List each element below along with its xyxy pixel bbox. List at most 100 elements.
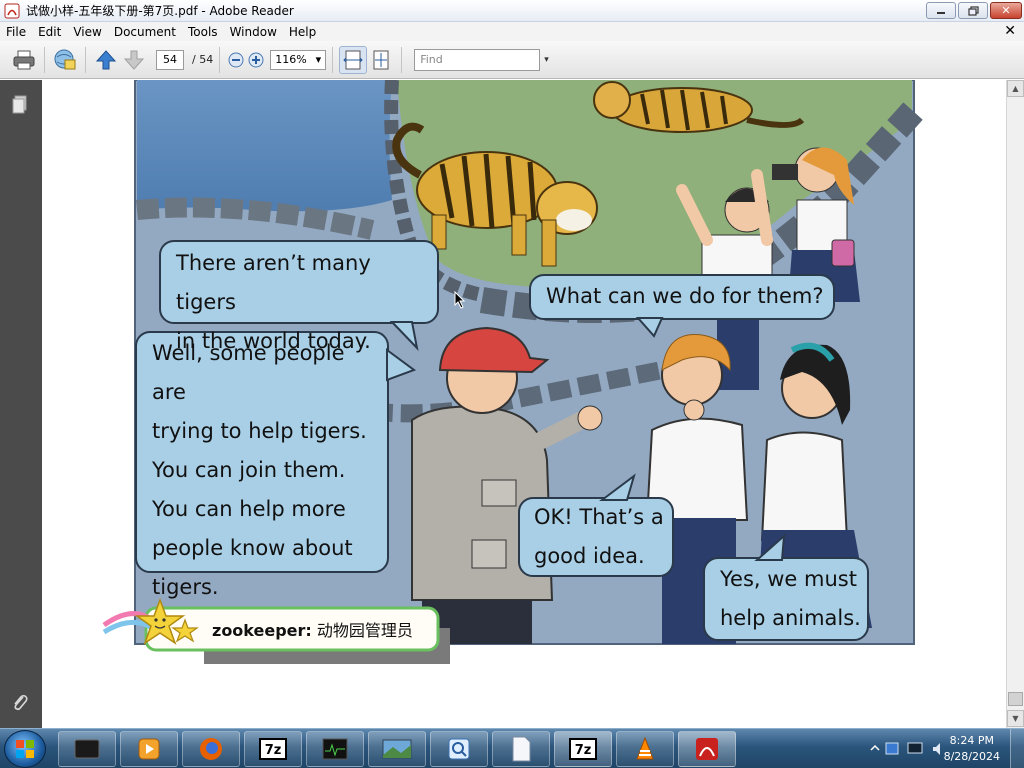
water-pool	[137, 80, 392, 212]
fit-page-button[interactable]	[367, 46, 395, 74]
toolbar-separator	[44, 46, 45, 73]
print-button[interactable]	[10, 46, 38, 74]
toolbar-separator	[85, 46, 86, 73]
bubble-ok-good-idea: OK! That’s a good idea.	[534, 498, 672, 576]
taskbar-app-image-viewer[interactable]	[368, 731, 426, 767]
globe-share-icon	[54, 49, 76, 69]
toolbar-separator	[219, 46, 221, 73]
zoom-value: 116%	[275, 53, 307, 66]
previous-page-button[interactable]	[92, 46, 120, 74]
minimize-button[interactable]	[926, 2, 956, 19]
next-page-button[interactable]	[120, 46, 148, 74]
attachment-paperclip-icon[interactable]	[10, 692, 30, 714]
vocab-word: zookeeper:	[212, 621, 312, 640]
terminal-app-icon	[74, 739, 100, 759]
bubble-text: Yes, we must	[720, 567, 857, 591]
search-app-icon	[448, 738, 470, 760]
tray-expand-arrow-icon[interactable]	[870, 743, 880, 753]
taskbar-app-monitor[interactable]	[306, 731, 364, 767]
minimize-icon	[937, 11, 945, 14]
taskbar-app-search[interactable]	[430, 731, 488, 767]
activity-monitor-icon	[322, 738, 348, 760]
7zip-icon: 7z	[569, 738, 597, 760]
taskbar-app-media-player[interactable]	[120, 731, 178, 767]
zoom-in-button[interactable]	[246, 46, 266, 74]
window-title: 试做小样-五年级下册-第7页.pdf - Adobe Reader	[26, 4, 294, 18]
navigation-pane	[0, 80, 42, 728]
bubble-text: There aren’t many tigers	[176, 251, 371, 314]
window-controls: ✕	[926, 2, 1022, 19]
fit-width-button[interactable]	[339, 45, 368, 74]
start-button[interactable]	[4, 730, 46, 768]
bubble-text: You can help more	[152, 497, 346, 521]
bubble-text: tigers.	[152, 575, 219, 599]
toolbar-separator	[332, 46, 334, 73]
taskbar-app-firefox[interactable]	[182, 731, 240, 767]
menu-bar: File Edit View Document Tools Window Hel…	[0, 22, 1024, 41]
taskbar-app-adobe-reader[interactable]	[678, 731, 736, 767]
close-document-button[interactable]: ✕	[1004, 23, 1016, 39]
menu-window[interactable]: Window	[224, 25, 283, 39]
bubble-what-can-we-do: What can we do for them?	[546, 276, 828, 316]
pages-panel-icon[interactable]	[10, 94, 30, 116]
bubble-text: What can we do for them?	[546, 284, 824, 308]
7zip-icon: 7z	[259, 738, 287, 760]
mouse-cursor-icon	[454, 291, 466, 309]
printer-icon	[13, 50, 35, 69]
show-desktop-button[interactable]	[1010, 729, 1024, 768]
toolbar-separator	[401, 46, 403, 73]
bubble-text: people know about	[152, 536, 353, 560]
document-view[interactable]: There aren’t many tigers in the world to…	[42, 80, 1006, 728]
menu-file[interactable]: File	[0, 25, 32, 39]
menu-edit[interactable]: Edit	[32, 25, 67, 39]
menu-view[interactable]: View	[67, 25, 107, 39]
svg-text:7z: 7z	[575, 743, 592, 758]
bubble-yes-we-must: Yes, we must help animals.	[720, 560, 868, 638]
zoom-out-icon	[228, 52, 244, 67]
zoom-in-icon	[248, 52, 264, 67]
close-icon: ✕	[1001, 4, 1011, 17]
page-number-input[interactable]: 54	[156, 49, 184, 70]
vertical-scrollbar[interactable]: ▲ ▼	[1006, 80, 1024, 728]
bubble-text: Well, some people are	[152, 341, 345, 404]
menu-help[interactable]: Help	[283, 25, 322, 39]
bubble-text: trying to help tigers.	[152, 419, 367, 443]
taskbar: 7z 7z 8:24 PM 8/28/2024	[0, 728, 1024, 768]
vocab-meaning: 动物园管理员	[316, 621, 413, 640]
bubble-text: good idea.	[534, 544, 645, 568]
image-viewer-icon	[382, 739, 412, 759]
close-window-button[interactable]: ✕	[990, 2, 1022, 19]
maximize-button[interactable]	[958, 2, 988, 19]
bubble-text: help animals.	[720, 606, 861, 630]
taskbar-app-7zip-active[interactable]: 7z	[554, 731, 612, 767]
adobe-reader-app-icon	[4, 3, 20, 18]
find-input[interactable]: Find	[414, 48, 541, 71]
network-tray-icon[interactable]	[884, 740, 900, 758]
scrollbar-thumb[interactable]	[1008, 692, 1023, 706]
window-titlebar[interactable]: 试做小样-五年级下册-第7页.pdf - Adobe Reader ✕	[0, 0, 1024, 22]
scroll-down-arrow-icon[interactable]: ▼	[1007, 710, 1024, 727]
toolbar: 54 / 54 116% ▾ Find ▾	[0, 41, 1024, 79]
menu-document[interactable]: Document	[108, 25, 182, 39]
vocab-label: zookeeper: 动物园管理员	[212, 617, 413, 641]
menu-tools[interactable]: Tools	[182, 25, 224, 39]
taskbar-clock[interactable]: 8:24 PM 8/28/2024	[944, 733, 1000, 765]
taskbar-app-document[interactable]	[492, 731, 550, 767]
firefox-icon	[200, 738, 222, 760]
collaborate-button[interactable]	[51, 46, 79, 74]
clock-time: 8:24 PM	[949, 734, 994, 747]
taskbar-app-7zip[interactable]: 7z	[244, 731, 302, 767]
bubble-text: You can join them.	[152, 458, 346, 482]
bubble-text: OK! That’s a	[534, 505, 664, 529]
scroll-up-arrow-icon[interactable]: ▲	[1007, 80, 1024, 97]
restore-icon	[967, 5, 979, 16]
display-tray-icon[interactable]	[906, 740, 924, 758]
vlc-cone-icon	[636, 736, 654, 760]
find-options-chevron-icon[interactable]: ▾	[544, 55, 549, 65]
taskbar-app-terminal[interactable]	[58, 731, 116, 767]
taskbar-app-vlc[interactable]	[616, 731, 674, 767]
svg-text:7z: 7z	[265, 743, 282, 758]
desktop: 试做小样-五年级下册-第7页.pdf - Adobe Reader ✕ File…	[0, 0, 1024, 768]
zoom-level-select[interactable]: 116% ▾	[270, 49, 327, 70]
zoom-out-button[interactable]	[226, 46, 246, 74]
